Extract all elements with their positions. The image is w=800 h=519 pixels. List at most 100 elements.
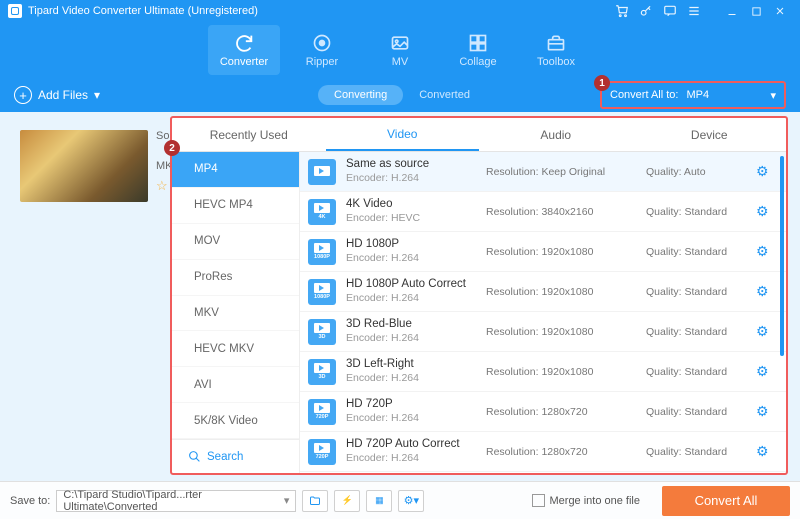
chevron-down-icon: ▾	[94, 88, 100, 102]
format-row[interactable]: 3D 3D Left-Right Encoder: H.264 Resoluti…	[300, 352, 786, 392]
gear-icon[interactable]: ⚙	[756, 243, 769, 260]
nav-mv[interactable]: MV	[364, 25, 436, 75]
format-resolution: Resolution: 3840x2160	[486, 206, 636, 218]
format-quality: Quality: Standard	[646, 406, 746, 418]
tab-audio[interactable]: Audio	[479, 118, 633, 151]
format-title: HD 1080P	[346, 237, 476, 252]
close-icon[interactable]	[771, 2, 789, 20]
add-files-label: Add Files	[38, 88, 88, 102]
nav-label: MV	[392, 56, 409, 68]
format-row[interactable]: Same as source Encoder: H.264 Resolution…	[300, 152, 786, 192]
cart-icon[interactable]	[613, 2, 631, 20]
format-encoder: Encoder: H.264	[346, 252, 476, 266]
format-quality: Quality: Standard	[646, 326, 746, 338]
convert-all-dropdown[interactable]: 1 Convert All to: MP4 ▾	[600, 81, 786, 109]
merge-checkbox[interactable]: Merge into one file	[532, 494, 641, 507]
format-resolution: Resolution: 1920x1080	[486, 286, 636, 298]
feedback-icon[interactable]	[661, 2, 679, 20]
format-encoder: Encoder: H.264	[346, 332, 476, 346]
format-row[interactable]: 3D 3D Red-Blue Encoder: H.264 Resolution…	[300, 312, 786, 352]
convert-all-value: MP4	[686, 89, 770, 101]
gear-icon[interactable]: ⚙	[756, 443, 769, 460]
sidebar-item-mov[interactable]: MOV	[172, 224, 299, 260]
sidebar-item-prores[interactable]: ProRes	[172, 260, 299, 296]
nav-ripper[interactable]: Ripper	[286, 25, 358, 75]
format-title: 3D Red-Blue	[346, 317, 476, 332]
format-title: HD 720P	[346, 397, 476, 412]
settings-button[interactable]: ⚙▾	[398, 490, 424, 512]
format-title: HD 1080P Auto Correct	[346, 277, 476, 292]
format-text: 3D Red-Blue Encoder: H.264	[346, 317, 476, 346]
format-title: 3D Left-Right	[346, 357, 476, 372]
format-resolution: Resolution: 1920x1080	[486, 246, 636, 258]
minimize-icon[interactable]	[723, 2, 741, 20]
format-resolution: Resolution: 1920x1080	[486, 326, 636, 338]
format-panel: 2 Recently Used Video Audio Device MP4 H…	[170, 116, 788, 475]
save-path-value: C:\Tipard Studio\Tipard...rter Ultimate\…	[63, 489, 283, 513]
nav-toolbox[interactable]: Toolbox	[520, 25, 592, 75]
format-icon: 720P	[308, 399, 336, 425]
save-to-label: Save to:	[10, 495, 50, 507]
sidebar-item-hevc-mkv[interactable]: HEVC MKV	[172, 331, 299, 367]
scrollbar[interactable]	[780, 156, 784, 356]
format-encoder: Encoder: HEVC	[346, 212, 476, 226]
format-encoder: Encoder: H.264	[346, 172, 476, 186]
convert-all-button[interactable]: Convert All	[662, 486, 790, 516]
menu-icon[interactable]	[685, 2, 703, 20]
tab-device[interactable]: Device	[633, 118, 787, 151]
maximize-icon[interactable]	[747, 2, 765, 20]
format-resolution: Resolution: 1280x720	[486, 446, 636, 458]
format-row[interactable]: 720P HD 720P Auto Correct Encoder: H.264…	[300, 432, 786, 472]
sidebar-item-hevc-mp4[interactable]: HEVC MP4	[172, 188, 299, 224]
sidebar-item-avi[interactable]: AVI	[172, 367, 299, 403]
browse-folder-button[interactable]	[302, 490, 328, 512]
format-icon: 3D	[308, 319, 336, 345]
gear-icon[interactable]: ⚙	[756, 323, 769, 340]
format-row[interactable]: 4K 4K Video Encoder: HEVC Resolution: 38…	[300, 192, 786, 232]
tab-video[interactable]: Video	[326, 118, 480, 151]
chevron-down-icon: ▾	[284, 494, 290, 507]
format-title: Same as source	[346, 157, 476, 172]
sidebar-item-mkv[interactable]: MKV	[172, 296, 299, 332]
tab-converted[interactable]: Converted	[407, 85, 482, 105]
format-row[interactable]: 720P HD 720P Encoder: H.264 Resolution: …	[300, 392, 786, 432]
search-label: Search	[207, 451, 243, 463]
gear-icon[interactable]: ⚙	[756, 283, 769, 300]
gpu-button[interactable]: ▦	[366, 490, 392, 512]
nav-converter[interactable]: Converter	[208, 25, 280, 75]
format-row[interactable]: 1080P HD 1080P Auto Correct Encoder: H.2…	[300, 272, 786, 312]
format-icon: 3D	[308, 359, 336, 385]
hw-accel-button[interactable]: ⚡	[334, 490, 360, 512]
nav-label: Converter	[220, 56, 268, 68]
tab-converting[interactable]: Converting	[318, 85, 403, 105]
merge-label: Merge into one file	[550, 495, 641, 507]
format-quality: Quality: Standard	[646, 286, 746, 298]
video-thumbnail[interactable]	[20, 130, 148, 202]
gear-icon[interactable]: ⚙	[756, 363, 769, 380]
format-resolution: Resolution: Keep Original	[486, 166, 636, 178]
gear-icon[interactable]: ⚙	[756, 203, 769, 220]
key-icon[interactable]	[637, 2, 655, 20]
format-row[interactable]: 640P ⚙	[300, 472, 786, 473]
nav-collage[interactable]: Collage	[442, 25, 514, 75]
format-row[interactable]: 1080P HD 1080P Encoder: H.264 Resolution…	[300, 232, 786, 272]
app-title: Tipard Video Converter Ultimate (Unregis…	[28, 5, 258, 17]
sidebar-item-5k8k[interactable]: 5K/8K Video	[172, 403, 299, 439]
tab-recently-used[interactable]: Recently Used	[172, 118, 326, 151]
collage-icon	[467, 32, 489, 54]
gear-icon[interactable]: ⚙	[756, 403, 769, 420]
format-resolution: Resolution: 1920x1080	[486, 366, 636, 378]
format-text: HD 1080P Auto Correct Encoder: H.264	[346, 277, 476, 306]
gear-icon[interactable]: ⚙	[756, 163, 769, 180]
format-icon: 720P	[308, 439, 336, 465]
format-title: 4K Video	[346, 197, 476, 212]
annotation-badge-2: 2	[164, 140, 180, 156]
search-icon	[188, 450, 201, 463]
add-files-button[interactable]: + Add Files ▾	[14, 86, 100, 104]
format-text: HD 1080P Encoder: H.264	[346, 237, 476, 266]
format-icon	[308, 159, 336, 185]
save-path-input[interactable]: C:\Tipard Studio\Tipard...rter Ultimate\…	[56, 490, 296, 512]
sidebar-item-mp4[interactable]: MP4	[172, 152, 299, 188]
sidebar-search[interactable]: Search	[172, 439, 299, 473]
format-quality: Quality: Standard	[646, 206, 746, 218]
